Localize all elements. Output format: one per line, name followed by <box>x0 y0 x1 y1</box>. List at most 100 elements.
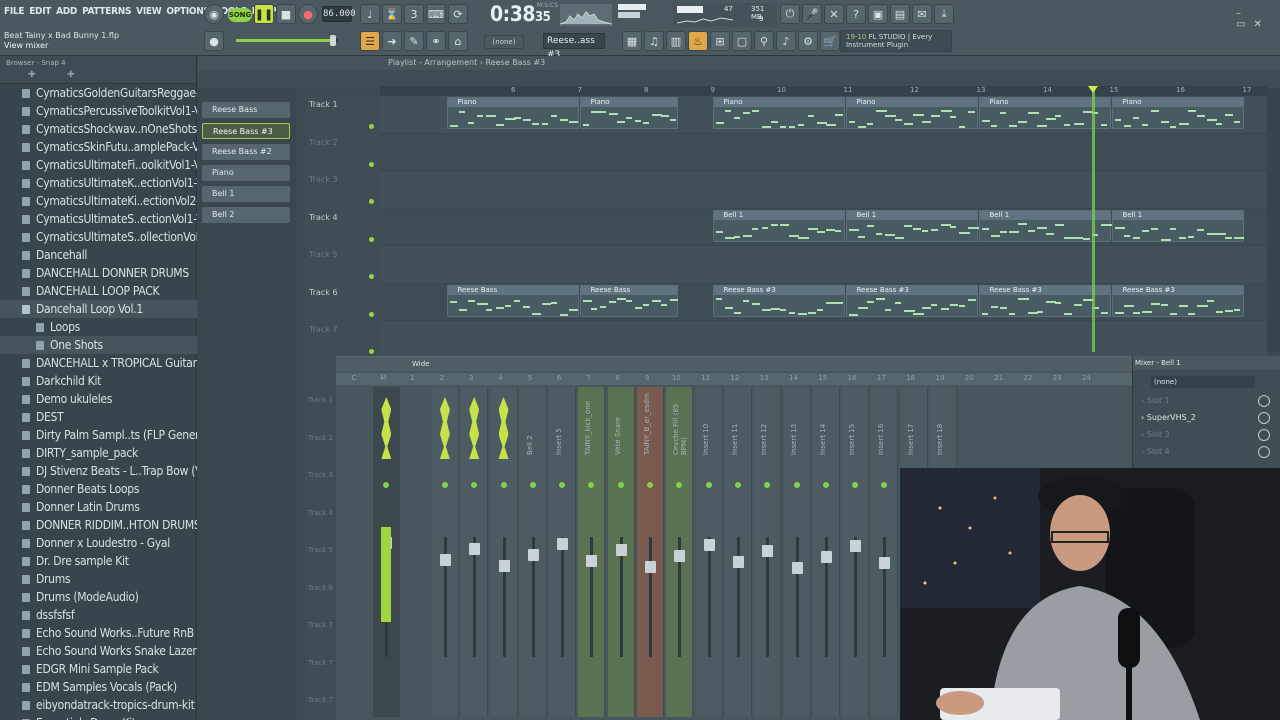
browser-item[interactable]: CymaticsPercussiveToolkitVol1-V1-g7s <box>0 102 197 120</box>
strip-enable-led[interactable] <box>734 482 741 488</box>
pattern-clip[interactable]: Reese Bass #3 <box>1111 284 1244 317</box>
mixer-strip[interactable] <box>431 387 459 717</box>
track-name[interactable]: Track 4 <box>309 213 338 222</box>
browser-item[interactable]: CymaticsUltimateKi..ectionVol2-V1-j8x <box>0 192 197 210</box>
fader-handle[interactable] <box>762 545 774 557</box>
fader-handle[interactable] <box>615 544 627 556</box>
strip-enable-led[interactable] <box>647 482 653 488</box>
browser-item[interactable]: CymaticsUltimateFi..oolkitVol1-V1-b9k <box>0 156 197 174</box>
news-hint-panel[interactable]: 19-10 FL STUDIO | Every Instrument Plugi… <box>840 30 952 52</box>
browser-item[interactable]: CymaticsShockwav..nOneShots-V1-j8c <box>0 120 197 138</box>
record-mode-icon[interactable]: ◉ <box>204 4 224 24</box>
snap-select[interactable]: (none) <box>484 35 524 49</box>
link-icon[interactable]: ⚭ <box>426 31 446 51</box>
browser-item[interactable]: One Shots <box>0 336 197 354</box>
slot-mix-knob[interactable] <box>1258 412 1270 424</box>
browser-item[interactable]: Echo Sound Works Snake Lazers V 1 <box>0 642 197 660</box>
browser-item[interactable]: DEST <box>0 408 197 426</box>
browser-item[interactable]: Essentials Drum Kit <box>0 714 197 720</box>
stamp-icon[interactable]: ⌂ <box>448 31 468 51</box>
slot-mix-knob[interactable] <box>1258 446 1270 458</box>
strip-enable-led[interactable] <box>705 482 712 488</box>
browser-item[interactable]: Demo ukuleles <box>0 390 197 408</box>
mixer-strip[interactable] <box>373 387 401 717</box>
pattern-item[interactable]: Piano <box>202 165 290 181</box>
channel-rack-icon[interactable]: ▥ <box>666 31 686 51</box>
slot-mix-knob[interactable] <box>1258 429 1270 441</box>
mixer-strip[interactable] <box>490 387 518 717</box>
track-name[interactable]: Track 1 <box>309 100 338 109</box>
menu-item-patterns[interactable]: PATTERNS <box>82 6 131 17</box>
browser-item[interactable]: EDM Samples Vocals (Pack) <box>0 678 197 696</box>
pattern-item[interactable]: Reese Bass #2 <box>202 144 290 160</box>
menu-item-add[interactable]: ADD <box>56 6 77 17</box>
help-icon[interactable]: ? <box>846 4 866 24</box>
arrow-right-icon[interactable]: ➜ <box>382 31 402 51</box>
track-mute-led[interactable] <box>369 161 374 167</box>
track-mute-led[interactable] <box>369 236 374 242</box>
menu-item-view[interactable]: VIEW <box>136 6 161 17</box>
pattern-clip[interactable]: Piano <box>845 97 978 129</box>
strip-enable-led[interactable] <box>881 482 888 488</box>
fader-handle[interactable] <box>820 551 832 563</box>
pattern-clip[interactable]: Bell 1 <box>845 209 980 242</box>
track-name[interactable]: Track 7 <box>309 325 338 334</box>
browser-item[interactable]: CymaticsUltimateK..ectionVol1-V1-b3g <box>0 174 197 192</box>
master-volume-slider[interactable] <box>236 35 338 46</box>
mixer-strip[interactable]: TAINY_kick_one <box>578 387 606 717</box>
playlist-ruler[interactable]: 6789101112131415161718 <box>380 86 1267 96</box>
mixer-strip[interactable]: Bell 2 <box>519 387 547 717</box>
strip-enable-led[interactable] <box>764 482 771 488</box>
browser-item[interactable]: DANCEHALL LOOP PACK <box>0 282 197 300</box>
mixer-strip[interactable]: Vete Snare <box>607 387 635 717</box>
fader-handle[interactable] <box>703 539 715 551</box>
plugin-picker-icon[interactable]: ⚲ <box>754 31 774 51</box>
mixer-strip[interactable]: Insert 5 <box>549 387 577 717</box>
wait-input-icon[interactable]: ⌛ <box>382 4 402 24</box>
fader-handle[interactable] <box>527 549 539 561</box>
fader-handle[interactable] <box>498 560 510 572</box>
browser-item[interactable]: Drums <box>0 570 197 588</box>
render-icon[interactable]: ▤ <box>890 4 910 24</box>
countdown-icon[interactable]: 3 <box>404 4 424 24</box>
track-mute-led[interactable] <box>369 274 374 279</box>
browser-item[interactable]: Darkchild Kit <box>0 372 197 390</box>
browser-toolbar[interactable]: ✚ ✚ <box>0 70 196 84</box>
fader-handle[interactable] <box>439 554 451 566</box>
save-icon[interactable]: ▣ <box>868 4 888 24</box>
browser-item[interactable]: dssfsfsf <box>0 606 197 624</box>
browser-item[interactable]: EDGR Mini Sample Pack <box>0 660 197 678</box>
insert-slot[interactable]: › Slot 1 <box>1141 396 1170 405</box>
touch-keyboard-icon[interactable]: ♪ <box>776 31 796 51</box>
fader-handle[interactable] <box>557 538 569 550</box>
strip-enable-led[interactable] <box>559 482 566 488</box>
mixer-strip[interactable]: TAINY_B_er_esdm <box>637 387 664 717</box>
window-controls[interactable]: –▭✕ <box>1236 8 1280 30</box>
browser-item[interactable]: eibyondatrack-tropics-drum-kit <box>0 696 197 714</box>
browser-item[interactable]: Donner Beats Loops <box>0 480 197 498</box>
online-icon[interactable]: ⏻ <box>780 4 800 24</box>
browser-item[interactable]: CymaticsGoldenGuitarsReggae-V1-t90 <box>0 84 197 102</box>
track-name[interactable]: Track 3 <box>309 175 338 184</box>
pattern-clip[interactable]: Piano <box>446 97 579 129</box>
mixer-strip[interactable]: Cevche Fill (85 BPM) <box>666 387 694 717</box>
pattern-song-toggle[interactable]: SONG <box>228 8 252 22</box>
browser-item[interactable]: CymaticsUltimateS..ectionVol1-V1-p0k <box>0 210 197 228</box>
browser-item[interactable]: Echo Sound Works..Future RnB Vol 2 <box>0 624 197 642</box>
browser-item[interactable]: Dr. Dre sample Kit <box>0 552 197 570</box>
fader-handle[interactable] <box>732 556 744 568</box>
browser-item[interactable]: Donner x Loudestro - Gyal <box>0 534 197 552</box>
strip-enable-led[interactable] <box>529 482 536 488</box>
pattern-clip[interactable]: Reese Bass #3 <box>845 284 978 317</box>
browser-item[interactable]: DJ Stivenz Beats - L..Trap Bow (Vol. 1) <box>0 462 197 480</box>
insert-preset-select[interactable]: (none) <box>1151 376 1255 388</box>
strip-enable-led[interactable] <box>383 482 390 488</box>
browser-item[interactable]: Donner Latin Drums <box>0 498 197 516</box>
menu-item-file[interactable]: FILE <box>4 6 24 17</box>
track-mute-led[interactable] <box>369 199 374 204</box>
step-edit-icon[interactable]: ⌨ <box>426 4 446 24</box>
connect-icon[interactable]: ⚙ <box>798 31 818 51</box>
fader-handle[interactable] <box>645 561 656 573</box>
pattern-item[interactable]: Bell 2 <box>202 207 290 223</box>
mixer-strip[interactable]: Insert 12 <box>754 387 782 717</box>
